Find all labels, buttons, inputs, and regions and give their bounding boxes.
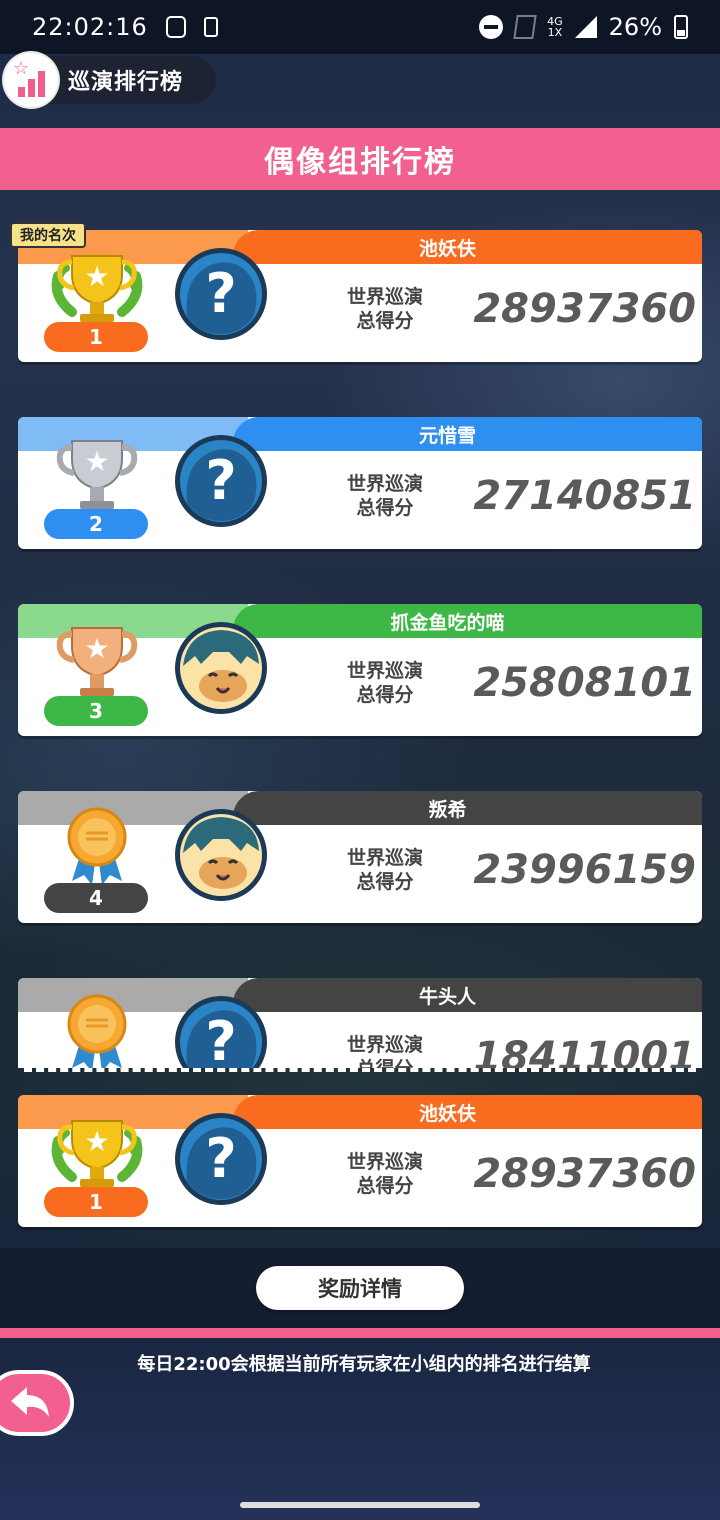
ranking-row-4[interactable]: 叛希 4 世界巡演 总得分 23996159 [18,791,702,923]
unknown-avatar-icon[interactable] [173,246,269,342]
status-bar: 22:02:16 4G 1X 26% [0,0,720,54]
score-label: 世界巡演 总得分 [346,473,423,519]
score-label: 世界巡演 总得分 [346,1034,423,1068]
rank-number: 3 [44,696,148,726]
ranking-icon: ☆ [4,53,58,107]
score-value: 18411001 [473,1034,696,1068]
gold-trophy-icon [38,1111,156,1189]
settlement-note: 每日22:00会根据当前所有玩家在小组内的排名进行结算 [137,1354,591,1375]
player-name: 叛希 [428,798,467,821]
no-sim-icon [513,15,537,39]
ranking-list[interactable]: 池妖伕 1 世界巡演 总得分 28937360 我的名次 元惜雪 2 世界巡演 … [0,190,720,1068]
player-name: 元惜雪 [418,424,476,447]
unknown-avatar-icon[interactable] [173,994,269,1068]
rank-number: 4 [44,883,148,913]
cat-avatar-icon[interactable] [173,807,269,903]
battery-percent: 26% [608,13,662,41]
ranking-row-1[interactable]: 池妖伕 1 世界巡演 总得分 28937360 我的名次 [10,222,702,362]
my-ranking-row[interactable]: 池妖伕 1 世界巡演 总得分 28937360 [18,1095,702,1227]
cat-avatar-icon[interactable] [173,620,269,716]
score-value: 28937360 [473,1151,696,1197]
ranking-row-5[interactable]: 牛头人 世界巡演 总得分 18411001 [18,978,702,1068]
sim-status-icon [203,17,218,37]
ribbon-medal-icon [38,807,156,885]
my-rank-tag: 我的名次 [10,222,86,248]
header-title: 巡演排行榜 [68,70,184,95]
unknown-avatar-icon[interactable] [173,1111,269,1207]
rank-number: 2 [44,509,148,539]
player-name: 牛头人 [418,985,476,1008]
score-value: 28937360 [473,286,696,332]
signal-icon [574,16,597,38]
score-value: 25808101 [473,660,696,706]
do-not-disturb-icon [479,15,504,39]
score-label: 世界巡演 总得分 [346,1151,423,1197]
score-label: 世界巡演 总得分 [346,660,423,706]
player-name: 池妖伕 [418,1102,476,1125]
rank-number: 1 [44,1187,148,1217]
list-divider [24,1068,696,1072]
score-value: 27140851 [473,473,696,519]
reward-details-button[interactable]: 奖励详情 [256,1266,464,1310]
ranking-row-2[interactable]: 元惜雪 2 世界巡演 总得分 27140851 [18,417,702,549]
shield-status-icon [165,16,186,38]
footer-divider [0,1328,720,1338]
status-time: 22:02:16 [32,13,148,41]
player-name: 抓金鱼吃的喵 [390,611,505,634]
unknown-avatar-icon[interactable] [173,433,269,529]
player-name: 池妖伕 [418,237,476,260]
gold-trophy-icon [38,246,156,324]
ranking-row-3[interactable]: 抓金鱼吃的喵 3 世界巡演 总得分 25808101 [18,604,702,736]
score-label: 世界巡演 总得分 [346,286,423,332]
page-title: 偶像组排行榜 [0,128,720,190]
ribbon-medal-icon [38,994,156,1068]
rank-number: 1 [44,322,148,352]
score-label: 世界巡演 总得分 [346,847,423,893]
silver-trophy-icon [38,433,156,511]
home-indicator[interactable] [240,1502,480,1508]
battery-icon [674,15,688,39]
bronze-trophy-icon [38,620,156,698]
network-type: 4G 1X [547,15,563,39]
score-value: 23996159 [473,847,696,893]
back-arrow-icon [11,1387,49,1417]
header-pill: ☆ 巡演排行榜 [4,53,216,107]
back-button[interactable] [0,1370,74,1436]
